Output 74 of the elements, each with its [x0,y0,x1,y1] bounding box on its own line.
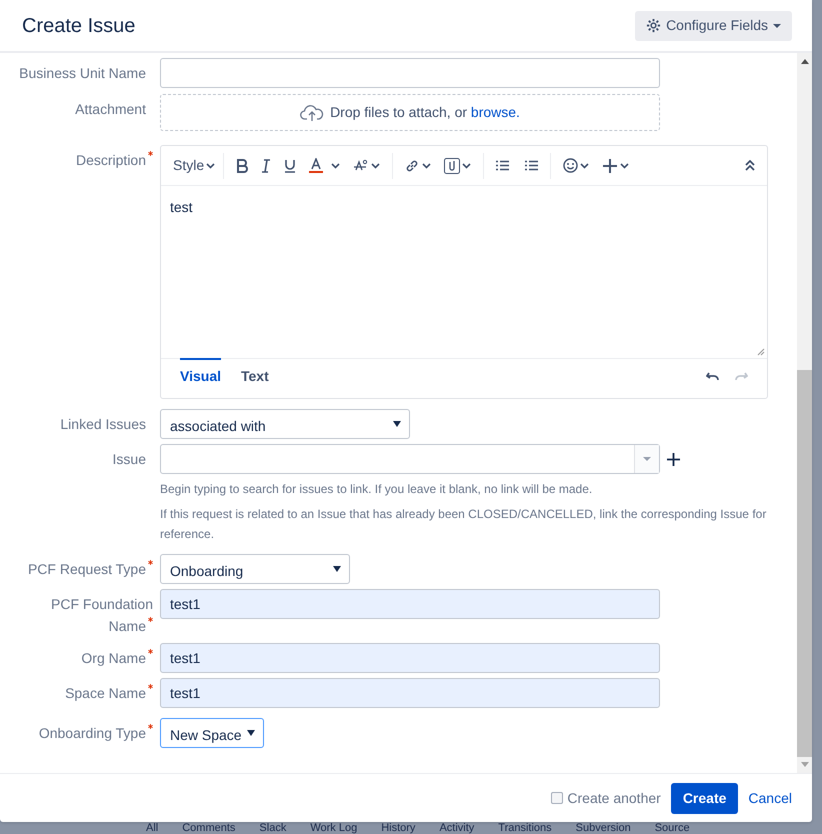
field-label: Onboarding Type [38,725,146,741]
background-tab-label: Activity [439,822,474,834]
bold-icon[interactable] [236,158,248,172]
create-another-label: Create another [567,788,661,808]
file-drop-zone[interactable]: Drop files to attach, or browse. [160,94,660,131]
picker-toggle[interactable] [634,445,659,473]
undo-icon[interactable] [706,371,720,381]
field-label: PCF Foundation Name [51,596,153,634]
plus-icon[interactable] [667,452,680,466]
chevron-down-icon [206,162,216,168]
cancel-link[interactable]: Cancel [748,788,792,808]
underline-icon[interactable] [284,158,296,172]
background-tab-label: Slack [259,822,286,834]
settings-icon [646,18,662,33]
background-tab-label: All [146,822,158,834]
chevron-down-icon [371,162,380,168]
dropdown-arrow-icon [333,566,341,572]
issue-picker-field[interactable] [160,444,660,474]
style-dropdown[interactable]: Style [173,155,224,176]
help-text: Begin typing to search for issues to link. If you leave it blank, no link will be made. [160,481,594,498]
dialog-title: Create Issue [22,14,136,38]
bullet-list-icon[interactable] [496,160,510,171]
background-tab-label: History [381,822,416,834]
caret-down-icon [773,24,781,28]
resize-handle-icon[interactable] [757,348,765,356]
emoji-icon[interactable] [563,158,578,173]
field-label: Description [76,152,146,168]
field-label: Space Name [65,685,146,701]
text-format-icon[interactable] [353,158,370,172]
scrollbar[interactable] [797,53,812,773]
select-dropdown[interactable]: Onboarding [160,554,350,584]
chevron-down-icon [580,162,590,168]
field-label: Business Unit Name [19,65,146,81]
chevron-down-icon [331,162,340,168]
create-button[interactable]: Create [670,782,738,814]
dropdown-arrow-icon [393,421,401,427]
text-field[interactable] [160,58,660,88]
field-label: PCF Request Type [28,561,146,577]
chevron-down-icon [422,162,432,168]
text-color-icon[interactable] [309,158,324,174]
text-field[interactable]: test1 [160,589,660,619]
configure-fields-button[interactable]: Configure Fields [635,10,792,40]
drop-files-text: Drop files to attach, or browse. [330,103,520,122]
dropdown-arrow-icon [247,730,255,736]
background-tab-label: Subversion [576,822,631,834]
chevron-down-icon [462,162,472,168]
select-dropdown[interactable]: associated with [160,409,410,439]
editor-mode-tab[interactable]: Visual [180,358,221,393]
plus-icon[interactable] [603,158,618,172]
text-field[interactable]: test1 [160,643,660,673]
scroll-up-icon[interactable] [800,59,808,64]
background-tab-label: Work Log [310,822,358,834]
numbered-list-icon[interactable] [525,160,538,171]
field-label: Issue [112,451,146,467]
field-label: Linked Issues [60,416,146,432]
help-text: If this request is related to an Issue that has already been CLOSED/CANCELLED, link the corresponding Issue for reference. [160,506,768,543]
background-tab-label: Comments [182,822,236,834]
italic-icon[interactable] [261,158,272,172]
browse-link[interactable]: browse. [470,104,520,120]
editor-mode-tab[interactable]: Text [241,358,269,393]
text-field[interactable]: test1 [160,678,660,708]
background-tab-label: Source [654,822,690,834]
link-icon[interactable] [405,158,420,172]
field-label: Attachment [75,101,146,117]
create-another-checkbox[interactable] [551,792,564,804]
field-label: Org Name [81,650,146,666]
select-dropdown[interactable]: New Space [160,718,264,748]
attachment-icon[interactable] [444,158,460,174]
cloud-upload-icon [300,104,324,122]
background-tab-label: Transitions [498,822,552,834]
caret-down-icon [643,457,651,461]
chevron-down-icon [620,162,630,168]
editor-text[interactable]: test [170,199,193,215]
collapse-icon[interactable] [745,160,755,171]
